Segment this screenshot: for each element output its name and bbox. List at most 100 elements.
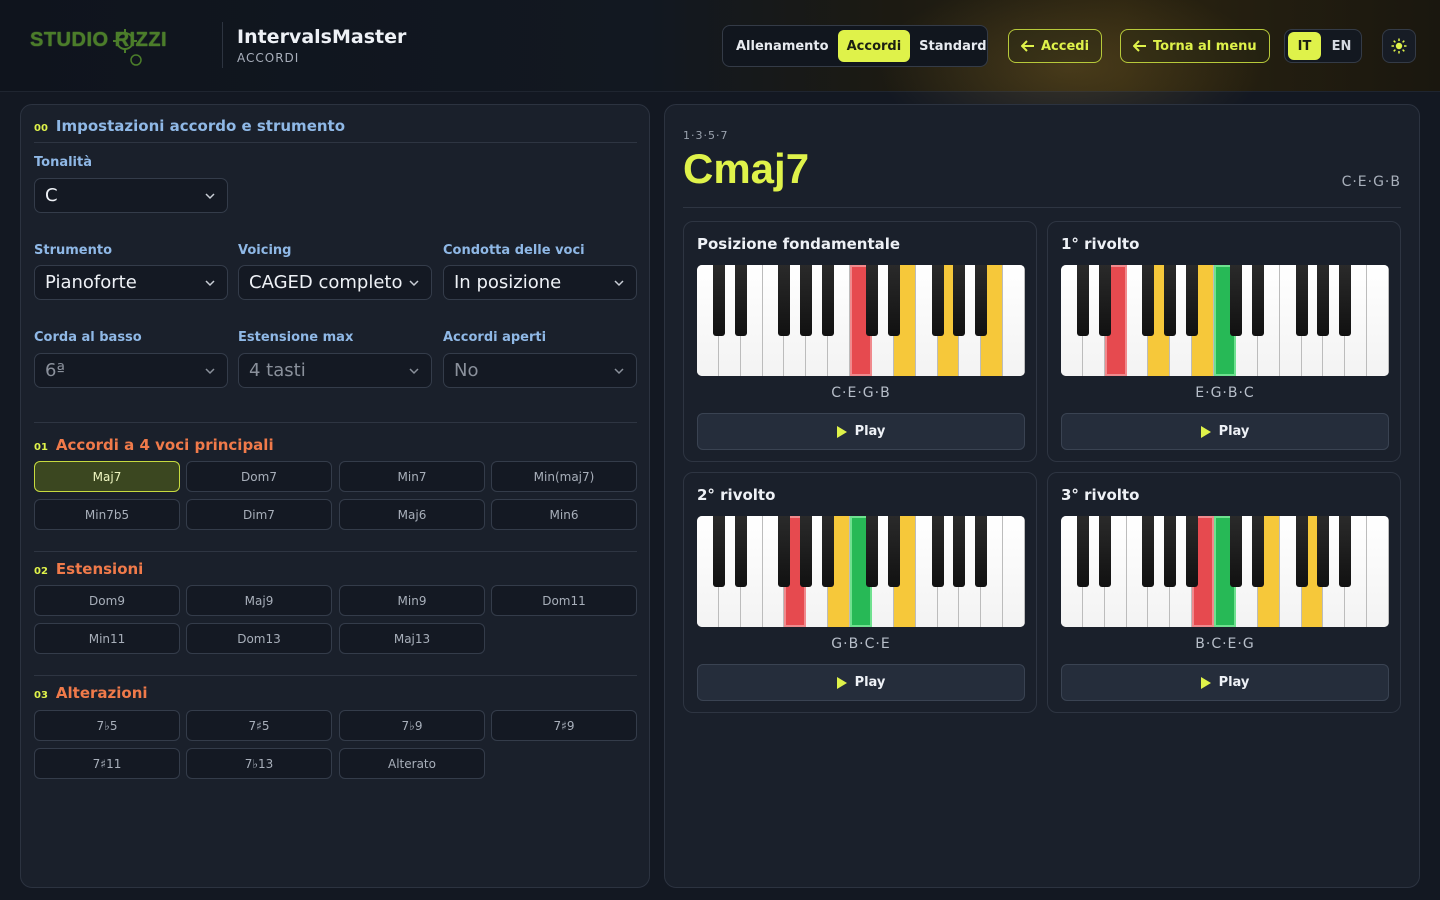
black-key[interactable] [1295, 265, 1308, 336]
mode-accordi-button[interactable]: Accordi [837, 30, 911, 62]
voicing-label: Voicing [238, 243, 292, 258]
black-key[interactable] [1186, 265, 1199, 336]
black-key[interactable] [1164, 265, 1177, 336]
group-header-extensions: 02 Estensioni [34, 560, 143, 578]
white-key[interactable] [1367, 265, 1389, 376]
chevron-down-icon [409, 279, 419, 286]
chord-type-dom7-button[interactable]: Dom7 [186, 461, 332, 492]
chord-type-7s11-button[interactable]: 7♯11 [34, 748, 180, 779]
play-icon [1200, 676, 1211, 689]
chord-type-minmaj7-button[interactable]: Min(maj7) [491, 461, 637, 492]
voicing-select[interactable]: CAGED completo [238, 265, 432, 300]
black-key[interactable] [1251, 265, 1264, 336]
black-key[interactable] [1164, 516, 1177, 587]
chord-type-dom9-button[interactable]: Dom9 [34, 585, 180, 616]
header: STUDIO RIZZI IntervalsMaster ACCORDI All… [0, 0, 1440, 130]
black-key[interactable] [931, 265, 944, 336]
chord-type-dom13-button[interactable]: Dom13 [186, 623, 332, 654]
chord-type-dim7-button[interactable]: Dim7 [186, 499, 332, 530]
lang-it-button[interactable]: IT [1288, 32, 1321, 60]
white-key[interactable] [1003, 265, 1025, 376]
black-key[interactable] [1076, 265, 1089, 336]
play-label: Play [854, 675, 886, 690]
black-key[interactable] [887, 265, 900, 336]
open-chords-label: Accordi aperti [443, 330, 547, 345]
chord-type-maj13-button[interactable]: Maj13 [339, 623, 485, 654]
chord-type-7s5-button[interactable]: 7♯5 [186, 710, 332, 741]
login-button[interactable]: Accedi [1008, 29, 1103, 63]
black-key[interactable] [1339, 516, 1352, 587]
black-key[interactable] [778, 516, 791, 587]
black-key[interactable] [865, 516, 878, 587]
black-key[interactable] [1142, 516, 1155, 587]
black-key[interactable] [1229, 516, 1242, 587]
chord-type-min11-button[interactable]: Min11 [34, 623, 180, 654]
black-key[interactable] [887, 516, 900, 587]
chord-type-min6-button[interactable]: Min6 [491, 499, 637, 530]
black-key[interactable] [1317, 265, 1330, 336]
black-key[interactable] [1295, 516, 1308, 587]
white-key[interactable] [1003, 516, 1025, 627]
black-key[interactable] [734, 265, 747, 336]
play-button[interactable]: Play [697, 664, 1025, 701]
black-key[interactable] [1098, 265, 1111, 336]
chord-type-min7-button[interactable]: Min7 [339, 461, 485, 492]
play-button[interactable]: Play [1061, 413, 1389, 450]
chord-type-min7b5-button[interactable]: Min7b5 [34, 499, 180, 530]
black-key[interactable] [1076, 516, 1089, 587]
black-key[interactable] [1251, 516, 1264, 587]
chord-type-maj7-button[interactable]: Maj7 [34, 461, 180, 492]
instrument-select[interactable]: Pianoforte [34, 265, 228, 300]
chord-type-min9-button[interactable]: Min9 [339, 585, 485, 616]
play-icon [836, 676, 847, 689]
black-key[interactable] [800, 265, 813, 336]
black-key[interactable] [1186, 516, 1199, 587]
black-key[interactable] [1229, 265, 1242, 336]
black-key[interactable] [1339, 265, 1352, 336]
gear-logo-icon [113, 29, 142, 66]
mode-standard-button[interactable]: Standard [910, 30, 995, 62]
key-value: C [45, 185, 58, 206]
voice-leading-select[interactable]: In posizione [443, 265, 637, 300]
arrow-left-icon [1021, 40, 1034, 52]
chord-type-7b13-button[interactable]: 7♭13 [186, 748, 332, 779]
black-key[interactable] [734, 516, 747, 587]
black-key[interactable] [1142, 265, 1155, 336]
chord-type-maj9-button[interactable]: Maj9 [186, 585, 332, 616]
key-select[interactable]: C [34, 178, 228, 213]
chord-name: Cmaj7 [683, 145, 810, 192]
play-button[interactable]: Play [1061, 664, 1389, 701]
black-key[interactable] [1098, 516, 1111, 587]
studio-rizzi-logo[interactable]: STUDIO RIZZI [30, 24, 205, 68]
black-key[interactable] [953, 265, 966, 336]
chord-type-maj6-button[interactable]: Maj6 [339, 499, 485, 530]
black-key[interactable] [1317, 516, 1330, 587]
theme-toggle-button[interactable] [1382, 29, 1416, 63]
open-chords-select[interactable]: No [443, 353, 637, 388]
black-key[interactable] [712, 516, 725, 587]
divider [34, 422, 637, 423]
black-key[interactable] [778, 265, 791, 336]
chord-type-7b5-button[interactable]: 7♭5 [34, 710, 180, 741]
lang-en-button[interactable]: EN [1325, 32, 1358, 60]
black-key[interactable] [822, 265, 835, 336]
chord-type-altered-button[interactable]: Alterato [339, 748, 485, 779]
black-key[interactable] [800, 516, 813, 587]
black-key[interactable] [931, 516, 944, 587]
mode-allenamento-button[interactable]: Allenamento [727, 30, 838, 62]
back-to-menu-button[interactable]: Torna al menu [1120, 29, 1270, 63]
chevron-down-icon [614, 279, 624, 286]
black-key[interactable] [953, 516, 966, 587]
black-key[interactable] [975, 516, 988, 587]
bass-string-select[interactable]: 6ª [34, 353, 228, 388]
black-key[interactable] [975, 265, 988, 336]
play-button[interactable]: Play [697, 413, 1025, 450]
black-key[interactable] [865, 265, 878, 336]
chord-type-7s9-button[interactable]: 7♯9 [491, 710, 637, 741]
max-span-select[interactable]: 4 tasti [238, 353, 432, 388]
black-key[interactable] [712, 265, 725, 336]
chord-type-dom11-button[interactable]: Dom11 [491, 585, 637, 616]
white-key[interactable] [1367, 516, 1389, 627]
black-key[interactable] [822, 516, 835, 587]
chord-type-7b9-button[interactable]: 7♭9 [339, 710, 485, 741]
